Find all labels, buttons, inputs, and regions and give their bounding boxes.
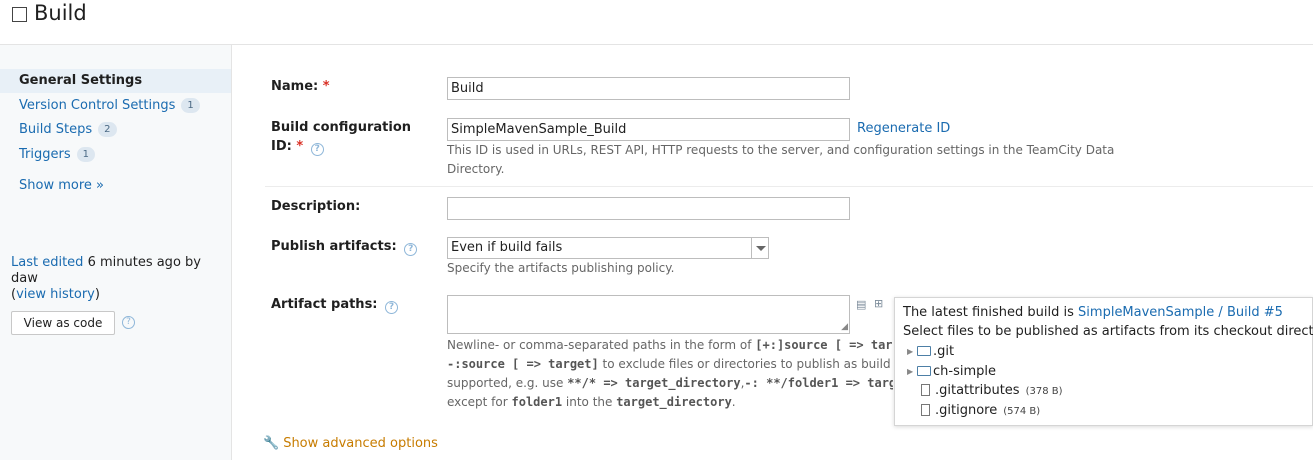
tree-item-git[interactable]: ▶ .git: [907, 343, 954, 361]
sidebar-item-label: Triggers: [19, 147, 71, 162]
divider: [265, 186, 1313, 187]
help-icon[interactable]: ?: [385, 301, 399, 314]
description-label: Description:: [271, 199, 361, 214]
show-more-link[interactable]: Show more »: [19, 178, 104, 193]
build-config-id-label-line1: Build configuration: [271, 120, 412, 135]
artifact-hint-text: into the: [562, 395, 617, 409]
artifact-hint-code: -: **/folder1 => targe: [744, 376, 893, 390]
sidebar-item-label: Version Control Settings: [19, 98, 176, 113]
build-config-id-label: Build configuration ID: * ?: [271, 118, 411, 156]
sidebar: General Settings Version Control Setting…: [0, 45, 232, 460]
help-icon[interactable]: ?: [122, 316, 135, 329]
name-label: Name: *: [271, 77, 330, 96]
help-icon[interactable]: ?: [310, 143, 324, 156]
file-icon: [921, 404, 930, 416]
file-size: (574 B): [1003, 406, 1041, 417]
required-marker: *: [322, 79, 330, 94]
artifact-paths-textarea[interactable]: ◢: [447, 295, 850, 334]
artifact-hint-code: -:source [ => target]: [447, 357, 599, 371]
expand-arrow-icon[interactable]: ▶: [907, 363, 917, 381]
artifact-hint-code: target_directory: [616, 395, 732, 409]
select-checkbox[interactable]: [12, 7, 27, 22]
id-hint-line1: This ID is used in URLs, REST API, HTTP …: [447, 143, 1115, 157]
page-header: Build: [0, 0, 1313, 45]
tree-item-gitattributes[interactable]: .gitattributes (378 B): [921, 382, 1063, 400]
publish-artifacts-value: Even if build fails: [451, 240, 563, 255]
file-icon: [921, 384, 930, 396]
count-badge: 1: [76, 147, 95, 162]
latest-build-line: The latest finished build is SimpleMaven…: [903, 305, 1283, 320]
latest-build-link[interactable]: SimpleMavenSample / Build #5: [1078, 305, 1283, 320]
name-input[interactable]: Build: [447, 77, 850, 100]
artifact-hint: Newline- or comma-separated paths in the…: [447, 336, 893, 412]
tree-item-label: .gitattributes: [935, 383, 1020, 398]
latest-build-prefix: The latest finished build is: [903, 305, 1079, 320]
artifact-hint-text: .: [731, 395, 736, 409]
tree-item-ch-simple[interactable]: ▶ ch-simple: [907, 363, 996, 381]
sidebar-item-label: Build Steps: [19, 122, 93, 137]
count-badge: 2: [98, 122, 117, 137]
last-edited-info: Last edited 6 minutes ago by daw (view hi…: [11, 255, 201, 302]
tree-item-label: ch-simple: [933, 364, 996, 379]
file-size: (378 B): [1025, 386, 1063, 397]
artifact-paths-label: Artifact paths: ?: [271, 295, 399, 314]
artifact-hint-text: except for: [447, 395, 512, 409]
sidebar-item-general-settings[interactable]: General Settings: [0, 69, 231, 93]
show-advanced-label: Show advanced options: [283, 436, 438, 451]
name-label-text: Name:: [271, 79, 319, 94]
artifact-hint-code: [+:]source [ => target]: [755, 338, 893, 352]
build-config-id-label-line2: ID:: [271, 139, 292, 154]
required-marker: *: [296, 139, 304, 154]
folder-icon: [917, 366, 931, 376]
show-advanced-options-link[interactable]: 🔧 Show advanced options: [263, 436, 438, 451]
artifact-browser-popup: The latest finished build is SimpleMaven…: [894, 297, 1313, 426]
resize-grip-icon[interactable]: ◢: [841, 323, 848, 332]
tree-item-label: .gitignore: [935, 403, 998, 418]
wrench-icon: 🔧: [263, 436, 280, 451]
help-icon[interactable]: ?: [404, 243, 418, 256]
artifact-hint-code: **/* => target_directory: [567, 376, 741, 390]
description-input[interactable]: [447, 197, 850, 220]
tree-item-label: .git: [933, 344, 955, 359]
build-config-id-input[interactable]: SimpleMavenSample_Build: [447, 118, 850, 141]
id-hint: This ID is used in URLs, REST API, HTTP …: [447, 141, 1114, 179]
chevron-down-icon[interactable]: [751, 238, 768, 258]
tree-item-gitignore[interactable]: .gitignore (574 B): [921, 402, 1040, 420]
publish-artifacts-label: Publish artifacts: ?: [271, 237, 418, 256]
sidebar-item-triggers[interactable]: Triggers 1: [0, 143, 231, 167]
view-as-code-button[interactable]: View as code: [11, 311, 115, 335]
tree-icon[interactable]: ⊞: [874, 297, 883, 310]
sidebar-item-version-control[interactable]: Version Control Settings 1: [0, 94, 231, 118]
publish-hint: Specify the artifacts publishing policy.: [447, 261, 675, 275]
last-edited-link[interactable]: Last edited: [11, 255, 83, 270]
artifact-hint-code: folder1: [511, 395, 563, 409]
view-history-link[interactable]: view history: [16, 287, 95, 302]
id-hint-line2: Directory.: [447, 162, 505, 176]
artifact-paths-label-text: Artifact paths:: [271, 297, 378, 312]
regenerate-id-link[interactable]: Regenerate ID: [857, 121, 950, 136]
select-files-text: Select files to be published as artifact…: [903, 324, 1313, 339]
artifact-hint-text: Newline- or comma-separated paths in the…: [447, 338, 756, 352]
folder-icon: [917, 346, 931, 356]
sidebar-item-build-steps[interactable]: Build Steps 2: [0, 118, 231, 142]
publish-artifacts-select[interactable]: Even if build fails: [447, 237, 769, 259]
page-title: Build: [34, 1, 87, 25]
list-icon[interactable]: ▤: [856, 298, 866, 311]
publish-artifacts-label-text: Publish artifacts:: [271, 239, 397, 254]
expand-arrow-icon[interactable]: ▶: [907, 343, 917, 361]
sidebar-item-label: General Settings: [19, 73, 143, 88]
count-badge: 1: [181, 98, 200, 113]
artifact-hint-text: to exclude files or directories to publi…: [602, 357, 893, 371]
artifact-hint-text: supported, e.g. use: [447, 376, 568, 390]
